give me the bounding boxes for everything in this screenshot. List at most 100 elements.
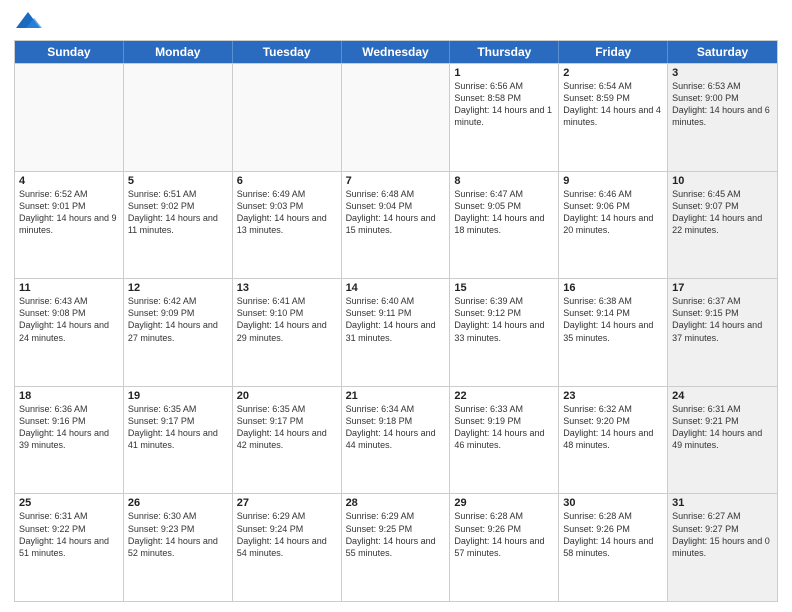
day-details: Sunrise: 6:49 AM Sunset: 9:03 PM Dayligh… <box>237 188 337 237</box>
day-details: Sunrise: 6:33 AM Sunset: 9:19 PM Dayligh… <box>454 403 554 452</box>
day-cell-18: 18Sunrise: 6:36 AM Sunset: 9:16 PM Dayli… <box>15 387 124 494</box>
calendar-row-4: 18Sunrise: 6:36 AM Sunset: 9:16 PM Dayli… <box>15 386 777 494</box>
calendar: SundayMondayTuesdayWednesdayThursdayFrid… <box>14 40 778 602</box>
day-details: Sunrise: 6:40 AM Sunset: 9:11 PM Dayligh… <box>346 295 446 344</box>
day-number: 1 <box>454 67 554 79</box>
day-number: 23 <box>563 390 663 402</box>
header-day-tuesday: Tuesday <box>233 41 342 63</box>
day-cell-8: 8Sunrise: 6:47 AM Sunset: 9:05 PM Daylig… <box>450 172 559 279</box>
calendar-header: SundayMondayTuesdayWednesdayThursdayFrid… <box>15 41 777 63</box>
day-cell-14: 14Sunrise: 6:40 AM Sunset: 9:11 PM Dayli… <box>342 279 451 386</box>
day-number: 18 <box>19 390 119 402</box>
day-cell-6: 6Sunrise: 6:49 AM Sunset: 9:03 PM Daylig… <box>233 172 342 279</box>
header-day-thursday: Thursday <box>450 41 559 63</box>
day-details: Sunrise: 6:47 AM Sunset: 9:05 PM Dayligh… <box>454 188 554 237</box>
day-details: Sunrise: 6:31 AM Sunset: 9:21 PM Dayligh… <box>672 403 773 452</box>
day-details: Sunrise: 6:28 AM Sunset: 9:26 PM Dayligh… <box>454 510 554 559</box>
day-number: 9 <box>563 175 663 187</box>
day-cell-26: 26Sunrise: 6:30 AM Sunset: 9:23 PM Dayli… <box>124 494 233 601</box>
header-day-wednesday: Wednesday <box>342 41 451 63</box>
day-details: Sunrise: 6:46 AM Sunset: 9:06 PM Dayligh… <box>563 188 663 237</box>
day-number: 17 <box>672 282 773 294</box>
day-cell-2: 2Sunrise: 6:54 AM Sunset: 8:59 PM Daylig… <box>559 64 668 171</box>
day-number: 28 <box>346 497 446 509</box>
day-number: 19 <box>128 390 228 402</box>
day-cell-12: 12Sunrise: 6:42 AM Sunset: 9:09 PM Dayli… <box>124 279 233 386</box>
day-details: Sunrise: 6:29 AM Sunset: 9:25 PM Dayligh… <box>346 510 446 559</box>
day-number: 8 <box>454 175 554 187</box>
day-number: 13 <box>237 282 337 294</box>
day-number: 21 <box>346 390 446 402</box>
day-cell-13: 13Sunrise: 6:41 AM Sunset: 9:10 PM Dayli… <box>233 279 342 386</box>
day-number: 10 <box>672 175 773 187</box>
day-number: 29 <box>454 497 554 509</box>
day-cell-29: 29Sunrise: 6:28 AM Sunset: 9:26 PM Dayli… <box>450 494 559 601</box>
day-details: Sunrise: 6:42 AM Sunset: 9:09 PM Dayligh… <box>128 295 228 344</box>
day-cell-1: 1Sunrise: 6:56 AM Sunset: 8:58 PM Daylig… <box>450 64 559 171</box>
day-details: Sunrise: 6:45 AM Sunset: 9:07 PM Dayligh… <box>672 188 773 237</box>
day-details: Sunrise: 6:30 AM Sunset: 9:23 PM Dayligh… <box>128 510 228 559</box>
day-details: Sunrise: 6:37 AM Sunset: 9:15 PM Dayligh… <box>672 295 773 344</box>
header-day-friday: Friday <box>559 41 668 63</box>
day-cell-21: 21Sunrise: 6:34 AM Sunset: 9:18 PM Dayli… <box>342 387 451 494</box>
day-cell-31: 31Sunrise: 6:27 AM Sunset: 9:27 PM Dayli… <box>668 494 777 601</box>
day-cell-5: 5Sunrise: 6:51 AM Sunset: 9:02 PM Daylig… <box>124 172 233 279</box>
calendar-row-5: 25Sunrise: 6:31 AM Sunset: 9:22 PM Dayli… <box>15 493 777 601</box>
day-details: Sunrise: 6:35 AM Sunset: 9:17 PM Dayligh… <box>128 403 228 452</box>
day-cell-17: 17Sunrise: 6:37 AM Sunset: 9:15 PM Dayli… <box>668 279 777 386</box>
day-cell-30: 30Sunrise: 6:28 AM Sunset: 9:26 PM Dayli… <box>559 494 668 601</box>
day-number: 5 <box>128 175 228 187</box>
day-cell-11: 11Sunrise: 6:43 AM Sunset: 9:08 PM Dayli… <box>15 279 124 386</box>
day-details: Sunrise: 6:31 AM Sunset: 9:22 PM Dayligh… <box>19 510 119 559</box>
day-details: Sunrise: 6:38 AM Sunset: 9:14 PM Dayligh… <box>563 295 663 344</box>
empty-cell <box>15 64 124 171</box>
day-details: Sunrise: 6:51 AM Sunset: 9:02 PM Dayligh… <box>128 188 228 237</box>
day-cell-19: 19Sunrise: 6:35 AM Sunset: 9:17 PM Dayli… <box>124 387 233 494</box>
calendar-row-3: 11Sunrise: 6:43 AM Sunset: 9:08 PM Dayli… <box>15 278 777 386</box>
day-details: Sunrise: 6:43 AM Sunset: 9:08 PM Dayligh… <box>19 295 119 344</box>
day-number: 11 <box>19 282 119 294</box>
calendar-row-1: 1Sunrise: 6:56 AM Sunset: 8:58 PM Daylig… <box>15 63 777 171</box>
day-details: Sunrise: 6:48 AM Sunset: 9:04 PM Dayligh… <box>346 188 446 237</box>
day-number: 16 <box>563 282 663 294</box>
day-cell-23: 23Sunrise: 6:32 AM Sunset: 9:20 PM Dayli… <box>559 387 668 494</box>
day-details: Sunrise: 6:52 AM Sunset: 9:01 PM Dayligh… <box>19 188 119 237</box>
day-cell-20: 20Sunrise: 6:35 AM Sunset: 9:17 PM Dayli… <box>233 387 342 494</box>
day-cell-27: 27Sunrise: 6:29 AM Sunset: 9:24 PM Dayli… <box>233 494 342 601</box>
day-number: 24 <box>672 390 773 402</box>
day-number: 14 <box>346 282 446 294</box>
day-number: 7 <box>346 175 446 187</box>
day-details: Sunrise: 6:34 AM Sunset: 9:18 PM Dayligh… <box>346 403 446 452</box>
logo <box>14 10 46 32</box>
header <box>14 10 778 32</box>
day-number: 25 <box>19 497 119 509</box>
header-day-monday: Monday <box>124 41 233 63</box>
day-cell-10: 10Sunrise: 6:45 AM Sunset: 9:07 PM Dayli… <box>668 172 777 279</box>
day-number: 2 <box>563 67 663 79</box>
day-number: 6 <box>237 175 337 187</box>
day-details: Sunrise: 6:29 AM Sunset: 9:24 PM Dayligh… <box>237 510 337 559</box>
day-number: 20 <box>237 390 337 402</box>
day-cell-25: 25Sunrise: 6:31 AM Sunset: 9:22 PM Dayli… <box>15 494 124 601</box>
logo-icon <box>14 10 42 32</box>
day-details: Sunrise: 6:53 AM Sunset: 9:00 PM Dayligh… <box>672 80 773 129</box>
day-cell-24: 24Sunrise: 6:31 AM Sunset: 9:21 PM Dayli… <box>668 387 777 494</box>
day-cell-4: 4Sunrise: 6:52 AM Sunset: 9:01 PM Daylig… <box>15 172 124 279</box>
calendar-row-2: 4Sunrise: 6:52 AM Sunset: 9:01 PM Daylig… <box>15 171 777 279</box>
day-details: Sunrise: 6:27 AM Sunset: 9:27 PM Dayligh… <box>672 510 773 559</box>
day-details: Sunrise: 6:32 AM Sunset: 9:20 PM Dayligh… <box>563 403 663 452</box>
day-number: 15 <box>454 282 554 294</box>
day-number: 26 <box>128 497 228 509</box>
day-details: Sunrise: 6:35 AM Sunset: 9:17 PM Dayligh… <box>237 403 337 452</box>
day-details: Sunrise: 6:41 AM Sunset: 9:10 PM Dayligh… <box>237 295 337 344</box>
page: SundayMondayTuesdayWednesdayThursdayFrid… <box>0 0 792 612</box>
day-details: Sunrise: 6:56 AM Sunset: 8:58 PM Dayligh… <box>454 80 554 129</box>
day-number: 22 <box>454 390 554 402</box>
day-details: Sunrise: 6:54 AM Sunset: 8:59 PM Dayligh… <box>563 80 663 129</box>
day-details: Sunrise: 6:39 AM Sunset: 9:12 PM Dayligh… <box>454 295 554 344</box>
header-day-saturday: Saturday <box>668 41 777 63</box>
day-cell-16: 16Sunrise: 6:38 AM Sunset: 9:14 PM Dayli… <box>559 279 668 386</box>
header-day-sunday: Sunday <box>15 41 124 63</box>
day-cell-22: 22Sunrise: 6:33 AM Sunset: 9:19 PM Dayli… <box>450 387 559 494</box>
day-cell-7: 7Sunrise: 6:48 AM Sunset: 9:04 PM Daylig… <box>342 172 451 279</box>
